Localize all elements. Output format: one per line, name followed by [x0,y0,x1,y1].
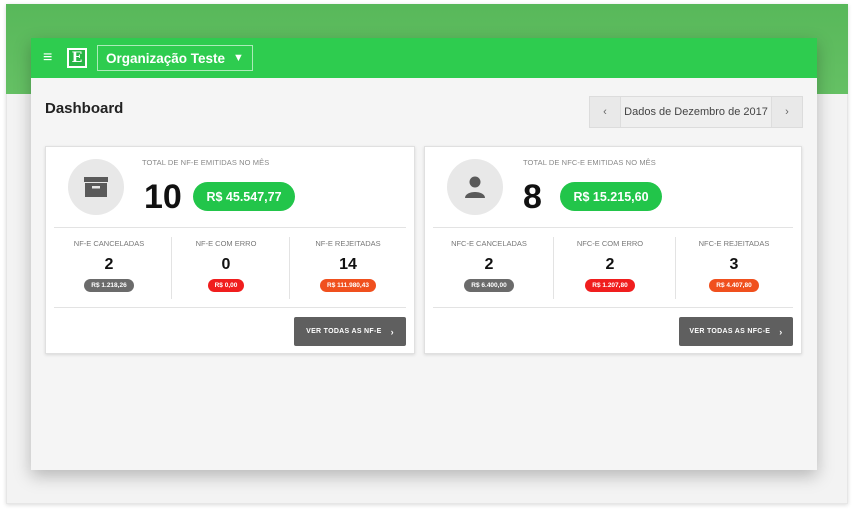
stat-amount-badge: R$ 1.218,26 [84,279,134,292]
view-all-nfce-button[interactable]: VER TODAS AS NFC-E › [679,317,793,346]
stat-nfe-com-erro: NF-E COM ERRO 0 R$ 0,00 [166,239,286,292]
view-all-nfe-button[interactable]: VER TODAS AS NF-E › [294,317,406,346]
total-nfe-amount: R$ 45.547,77 [193,182,295,211]
total-nfce-count: 8 [523,178,542,216]
stat-nfe-canceladas: NF-E CANCELADAS 2 R$ 1.218,26 [49,239,169,292]
archive-box-icon [84,177,108,197]
nfe-summary-card: TOTAL DE NF-E EMITIDAS NO MÊS 10 R$ 45.5… [45,146,415,354]
top-navbar: ≡ E Organização Teste ▼ [31,38,817,78]
stat-amount-badge: R$ 0,00 [207,279,245,292]
stat-nfce-rejeitadas: NFC-E REJEITADAS 3 R$ 4.407,80 [674,239,794,292]
previous-month-button[interactable]: ‹ [590,97,620,127]
stat-label: NF-E REJEITADAS [315,239,381,248]
divider [433,307,793,308]
hamburger-icon[interactable]: ≡ [43,49,61,67]
stat-amount-badge: R$ 111.980,43 [320,279,376,292]
total-nfce-label: TOTAL DE NFC-E EMITIDAS NO MÊS [523,158,656,167]
stat-label: NF-E CANCELADAS [73,239,145,248]
app-logo[interactable]: E [67,48,87,68]
user-icon [465,176,485,198]
card-icon-circle [447,159,503,215]
stat-count: 14 [339,256,357,273]
divider [54,227,406,228]
total-nfe-count: 10 [144,178,182,216]
date-navigator: ‹ Dados de Dezembro de 2017 › [589,96,803,128]
chevron-right-icon: › [779,326,783,337]
stat-nfce-canceladas: NFC-E CANCELADAS 2 R$ 6.400,00 [429,239,549,292]
nfce-summary-card: TOTAL DE NFC-E EMITIDAS NO MÊS 8 R$ 15.2… [424,146,802,354]
organization-selector[interactable]: Organização Teste ▼ [97,45,253,71]
divider [433,227,793,228]
stat-count: 3 [729,256,739,273]
stat-count: 2 [104,256,114,273]
stat-label: NFC-E CANCELADAS [451,239,527,248]
stat-amount-badge: R$ 1.207,80 [585,279,635,292]
next-month-button[interactable]: › [772,97,802,127]
chevron-down-icon: ▼ [233,52,244,64]
app-window: ≡ E Organização Teste ▼ Dashboard ‹ Dado… [31,38,817,470]
button-label: VER TODAS AS NFC-E [689,328,771,335]
stat-amount-badge: R$ 6.400,00 [464,279,514,292]
total-nfce-amount: R$ 15.215,60 [560,182,662,211]
stat-count: 2 [484,256,494,273]
button-label: VER TODAS AS NF-E [306,328,382,335]
page-title: Dashboard [45,100,124,117]
date-range-label: Dados de Dezembro de 2017 [620,97,772,127]
stat-count: 0 [221,256,231,273]
stat-nfce-com-erro: NFC-E COM ERRO 2 R$ 1.207,80 [550,239,670,292]
chevron-right-icon: › [390,326,394,337]
stat-count: 2 [605,256,615,273]
stat-label: NFC-E COM ERRO [576,239,644,248]
stat-amount-badge: R$ 4.407,80 [709,279,759,292]
divider [54,307,406,308]
card-icon-circle [68,159,124,215]
organization-name: Organização Teste [106,50,226,66]
total-nfe-label: TOTAL DE NF-E EMITIDAS NO MÊS [142,158,270,167]
stat-label: NFC-E REJEITADAS [698,239,770,248]
stat-nfe-rejeitadas: NF-E REJEITADAS 14 R$ 111.980,43 [288,239,408,292]
stat-label: NF-E COM ERRO [195,239,257,248]
